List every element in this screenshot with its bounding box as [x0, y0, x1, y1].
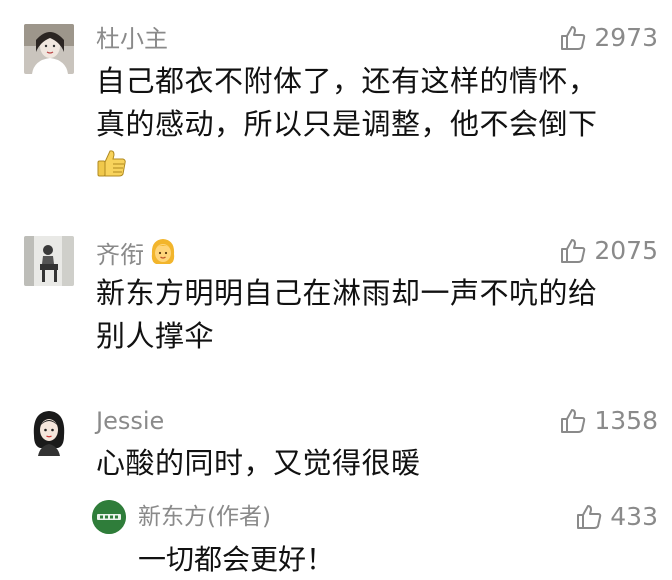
- avatar-image-icon: [24, 236, 74, 286]
- avatar[interactable]: [24, 406, 74, 456]
- like-count: 2075: [594, 236, 658, 265]
- comment-emoji-row: [96, 146, 648, 189]
- author-avatar[interactable]: [92, 500, 126, 534]
- comment-text-line: 别人撑伞: [96, 319, 215, 353]
- like-button[interactable]: 433: [576, 502, 658, 532]
- thumbs-up-emoji-icon: [96, 146, 128, 192]
- new-oriental-logo-icon: [92, 500, 126, 534]
- comment-username[interactable]: 杜小主: [96, 24, 168, 54]
- comment-text-line: 心酸的同时，又觉得很暖: [96, 446, 421, 480]
- avatar-image-icon: [24, 24, 74, 74]
- comment-text: 新东方明明自己在淋雨却一声不吭的给 别人撑伞: [96, 272, 648, 358]
- like-count: 433: [610, 502, 658, 531]
- comment-item: Jessie 1358 心酸的同时，又觉得很暖 新东方(作者) 433 一切都会…: [0, 380, 672, 576]
- like-button[interactable]: 2973: [560, 23, 658, 53]
- avatar-image-icon: [24, 406, 74, 456]
- comment-text-line: 新东方明明自己在淋雨却一声不吭的给: [96, 276, 598, 310]
- comment-item: 齐衔 2075 新东方明明自己在淋雨却一声不吭的给 别人撑伞: [0, 200, 672, 380]
- comment-username[interactable]: 齐衔: [96, 236, 178, 273]
- comment-username[interactable]: Jessie: [96, 406, 164, 436]
- comment-item: 杜小主 2973 自己都衣不附体了，还有这样的情怀， 真的感动，所以只是调整，他…: [0, 0, 672, 200]
- thumbs-up-icon: [561, 26, 586, 50]
- blonde-woman-emoji-icon: [148, 236, 178, 273]
- like-button[interactable]: 2075: [560, 236, 658, 266]
- like-count: 1358: [594, 406, 658, 435]
- reply-text: 一切都会更好！: [138, 543, 335, 576]
- comment-text-line: 自己都衣不附体了，还有这样的情怀，: [96, 64, 598, 98]
- comment-text: 心酸的同时，又觉得很暖: [96, 442, 648, 485]
- thumbs-up-icon: [561, 409, 586, 433]
- reply-username[interactable]: 新东方(作者): [138, 502, 271, 532]
- comment-text: 自己都衣不附体了，还有这样的情怀， 真的感动，所以只是调整，他不会倒下: [96, 60, 648, 189]
- avatar[interactable]: [24, 236, 74, 286]
- thumbs-up-icon: [561, 239, 586, 263]
- avatar[interactable]: [24, 24, 74, 74]
- thumbs-up-icon: [577, 505, 602, 529]
- like-count: 2973: [594, 23, 658, 52]
- comment-text-line: 真的感动，所以只是调整，他不会倒下: [96, 107, 598, 141]
- comment-username-text: 齐衔: [96, 240, 144, 269]
- like-button[interactable]: 1358: [560, 406, 658, 436]
